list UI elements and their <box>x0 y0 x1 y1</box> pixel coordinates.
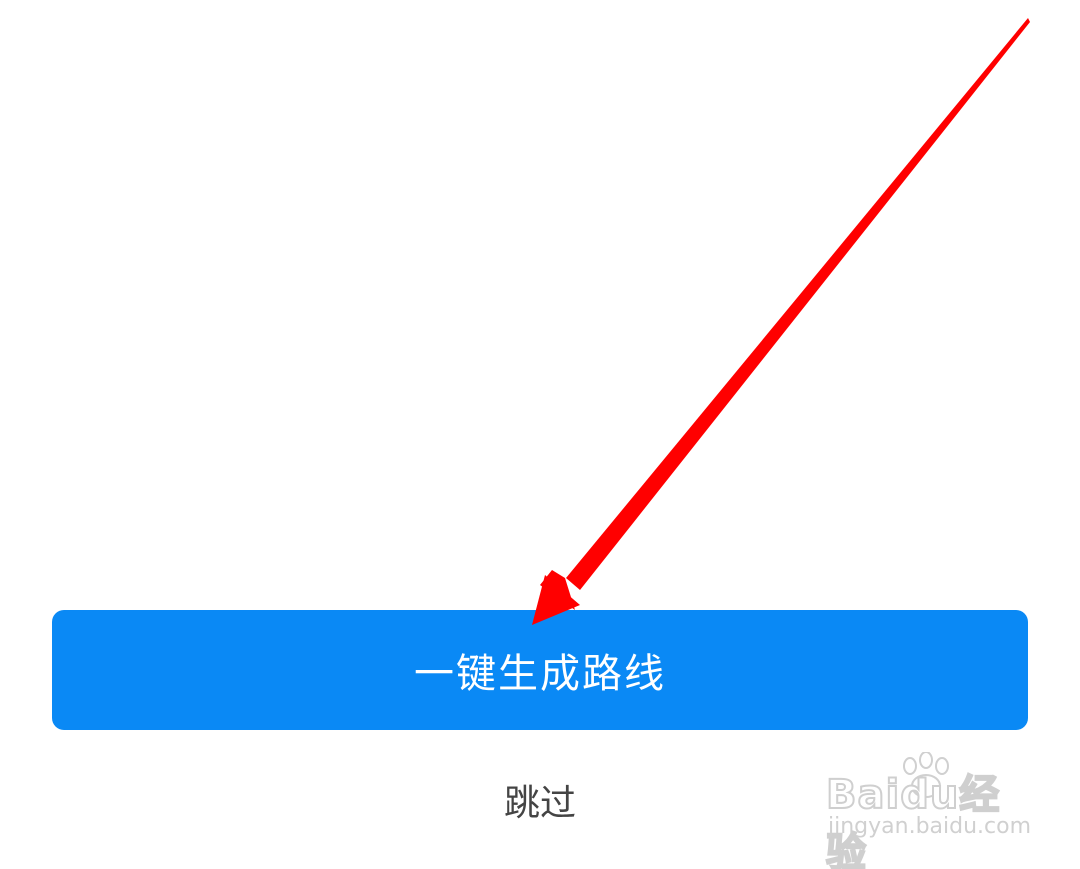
generate-route-button[interactable]: 一键生成路线 <box>52 610 1028 730</box>
red-arrow-annotation-icon <box>532 18 1030 625</box>
watermark-url: jingyan.baidu.com <box>828 814 1032 839</box>
baidu-jingyan-watermark: Baidu经验 jingyan.baidu.com <box>825 752 1036 869</box>
skip-link[interactable]: 跳过 <box>440 770 640 830</box>
paw-logo-icon <box>903 752 949 798</box>
route-generation-screen: 一键生成路线 跳过 Baidu经验 jingyan.baidu.com <box>0 0 1080 869</box>
watermark-brand: Baidu经验 <box>825 771 1001 869</box>
